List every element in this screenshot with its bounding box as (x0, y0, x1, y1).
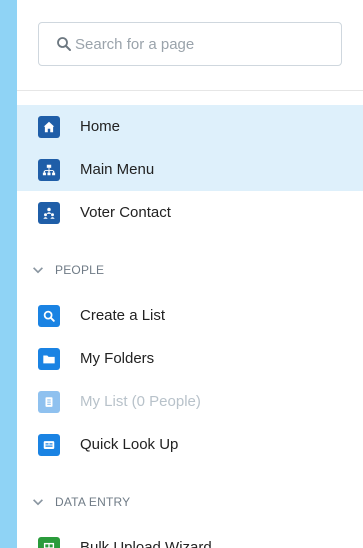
nav-label-main-menu: Main Menu (80, 161, 155, 178)
nav-item-my-folders[interactable]: My Folders (17, 337, 363, 380)
people-network-icon (38, 201, 60, 224)
search-area (17, 0, 363, 91)
id-card-icon (38, 433, 60, 456)
section-title-people: PEOPLE (55, 263, 105, 277)
section-header-people[interactable]: PEOPLE (17, 256, 363, 284)
search-box[interactable] (38, 22, 342, 66)
nav-item-main-menu[interactable]: Main Menu (17, 148, 363, 191)
nav-label-voter-contact: Voter Contact (80, 204, 171, 221)
nav-item-voter-contact[interactable]: Voter Contact (17, 191, 363, 234)
upload-grid-icon (38, 536, 60, 548)
nav-label-my-list: My List (0 People) (80, 393, 201, 410)
sitemap-icon (38, 158, 60, 181)
sidebar-panel: Home Main Menu (17, 0, 363, 548)
section-header-data-entry[interactable]: DATA ENTRY (17, 488, 363, 516)
home-icon (38, 115, 60, 138)
list-icon (38, 390, 60, 413)
nav-item-quick-look-up[interactable]: Quick Look Up (17, 423, 363, 466)
chevron-down-icon (33, 267, 43, 274)
search-icon (57, 37, 71, 51)
nav-item-create-a-list[interactable]: Create a List (17, 294, 363, 337)
nav-item-bulk-upload-wizard[interactable]: Bulk Upload Wizard (17, 526, 363, 548)
chevron-down-icon (33, 499, 43, 506)
nav-label-bulk-upload-wizard: Bulk Upload Wizard (80, 539, 212, 548)
section-title-data-entry: DATA ENTRY (55, 495, 131, 509)
folder-icon (38, 347, 60, 370)
nav-item-home[interactable]: Home (17, 105, 363, 148)
nav-item-my-list: My List (0 People) (17, 380, 363, 423)
nav-label-my-folders: My Folders (80, 350, 155, 367)
nav-label-create-a-list: Create a List (80, 307, 166, 324)
nav-label-home: Home (80, 118, 121, 135)
nav-label-quick-look-up: Quick Look Up (80, 436, 179, 453)
search-input[interactable] (75, 31, 325, 57)
search-icon (38, 304, 60, 327)
